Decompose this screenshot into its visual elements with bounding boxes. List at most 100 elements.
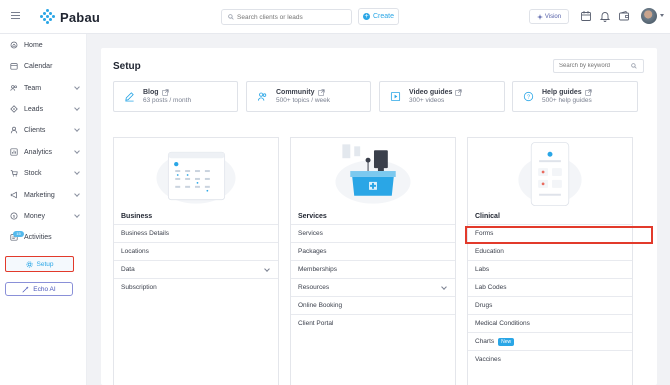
bell-icon[interactable] [599, 10, 611, 22]
sidebar-item-label: Team [24, 84, 42, 92]
lab-codes-link[interactable]: Lab Codes [468, 278, 632, 296]
drugs-link[interactable]: Drugs [468, 296, 632, 314]
external-link-icon [161, 89, 169, 96]
sidebar-item-clients[interactable]: Clients [0, 122, 87, 138]
money-icon: $ [10, 212, 18, 220]
chevron-down-icon[interactable] [264, 266, 270, 272]
forms-highlight [465, 226, 653, 244]
pencil-icon [125, 92, 134, 102]
calendar-icon[interactable] [580, 10, 592, 22]
sidebar-item-marketing[interactable]: Marketing [0, 187, 87, 203]
sidebar-item-label: Analytics [24, 148, 53, 156]
resources-link[interactable]: Resources [291, 278, 455, 296]
help-guides-subtitle: 500+ help guides [542, 97, 592, 104]
chevron-down-icon[interactable] [74, 84, 80, 90]
charts-link[interactable]: Charts New [468, 332, 632, 350]
analytics-icon [10, 148, 18, 156]
subscription-link[interactable]: Subscription [114, 278, 278, 296]
chevron-down-icon[interactable] [660, 14, 664, 17]
video-guides-card[interactable]: Video guides 300+ videos [379, 81, 505, 112]
activities-count-badge: 15 [13, 231, 24, 237]
clinical-title: Clinical [475, 213, 500, 220]
search-icon [228, 14, 234, 20]
create-button[interactable]: + Create [358, 8, 399, 25]
help-icon: ? [523, 91, 534, 102]
vaccines-link[interactable]: Vaccines [468, 350, 632, 368]
external-link-icon [585, 89, 592, 96]
svg-text:$: $ [13, 214, 16, 219]
user-avatar[interactable] [641, 8, 657, 24]
vision-button[interactable]: Vision [529, 9, 569, 24]
memberships-link[interactable]: Memberships [291, 260, 455, 278]
medical-conditions-link[interactable]: Medical Conditions [468, 314, 632, 332]
chevron-down-icon[interactable] [74, 191, 80, 197]
services-list: Services Packages Memberships Resources … [291, 224, 455, 332]
search-icon [631, 63, 637, 69]
keyword-search-input[interactable] [559, 63, 629, 69]
business-details-link[interactable]: Business Details [114, 224, 278, 242]
community-title: Community [276, 89, 315, 96]
menu-icon[interactable] [11, 12, 20, 21]
community-card[interactable]: Community 500+ topics / week [246, 81, 371, 112]
sidebar-item-label: Setup [36, 260, 54, 268]
echo-ai-button[interactable]: Echo AI [5, 282, 73, 296]
clinical-section: Clinical Forms Education Labs Lab Codes … [467, 137, 633, 385]
community-icon [257, 92, 267, 101]
create-label: Create [372, 13, 394, 20]
pabau-logo[interactable]: Pabau [40, 9, 100, 25]
data-link[interactable]: Data [114, 260, 278, 278]
help-guides-card[interactable]: ? Help guides 500+ help guides [512, 81, 638, 112]
chevron-down-icon[interactable] [74, 169, 80, 175]
keyword-search[interactable] [553, 59, 644, 73]
services-illustration [335, 144, 411, 204]
sidebar-item-calendar[interactable]: Calendar [0, 58, 87, 74]
echo-ai-label: Echo AI [33, 285, 56, 293]
online-booking-link[interactable]: Online Booking [291, 296, 455, 314]
sidebar-item-label: Leads [24, 105, 44, 113]
sidebar-item-label: Stock [24, 169, 42, 177]
labs-link[interactable]: Labs [468, 260, 632, 278]
marketing-icon [10, 191, 17, 199]
blog-card[interactable]: Blog 63 posts / month [113, 81, 238, 112]
client-portal-link[interactable]: Client Portal [291, 314, 455, 332]
chevron-down-icon[interactable] [74, 126, 80, 132]
services-section: Services Services Packages Memberships R… [290, 137, 456, 385]
app-name: Pabau [60, 9, 101, 25]
clinical-list: Forms Education Labs Lab Codes Drugs Med… [468, 224, 632, 368]
sidebar-item-analytics[interactable]: Analytics [0, 144, 87, 160]
help-guides-title: Help guides [542, 89, 582, 96]
clients-icon [10, 126, 18, 134]
client-search[interactable] [221, 9, 352, 25]
chevron-down-icon[interactable] [74, 212, 80, 218]
packages-link[interactable]: Packages [291, 242, 455, 260]
sidebar-item-setup[interactable]: Setup [5, 256, 74, 272]
stock-icon [10, 170, 18, 177]
chevron-down-icon[interactable] [74, 105, 80, 111]
gear-icon [25, 260, 33, 268]
wallet-icon[interactable] [618, 10, 630, 22]
chevron-down-icon[interactable] [441, 284, 447, 290]
locations-link[interactable]: Locations [114, 242, 278, 260]
new-badge: New [498, 337, 515, 346]
sidebar-item-home[interactable]: Home [0, 37, 87, 53]
chevron-down-icon[interactable] [74, 148, 80, 154]
sparkle-icon [536, 13, 543, 20]
charts-label: Charts [475, 338, 495, 345]
calendar-icon [10, 63, 18, 70]
services-link[interactable]: Services [291, 224, 455, 242]
external-link-icon [317, 89, 325, 96]
sidebar-item-team[interactable]: Team [0, 80, 87, 96]
services-title: Services [298, 213, 327, 220]
pabau-logo-icon [40, 9, 56, 25]
video-guides-title: Video guides [409, 89, 453, 96]
sidebar-item-money[interactable]: $ Money [0, 208, 87, 224]
resources-label: Resources [298, 284, 330, 291]
client-search-input[interactable] [237, 13, 347, 21]
sidebar-item-label: Clients [24, 126, 46, 134]
sidebar-item-label: Marketing [24, 191, 55, 199]
education-link[interactable]: Education [468, 242, 632, 260]
sidebar-item-stock[interactable]: Stock [0, 165, 87, 181]
sidebar-item-leads[interactable]: Leads [0, 101, 87, 117]
business-illustration [156, 151, 236, 204]
business-list: Business Details Locations Data Subscrip… [114, 224, 278, 296]
